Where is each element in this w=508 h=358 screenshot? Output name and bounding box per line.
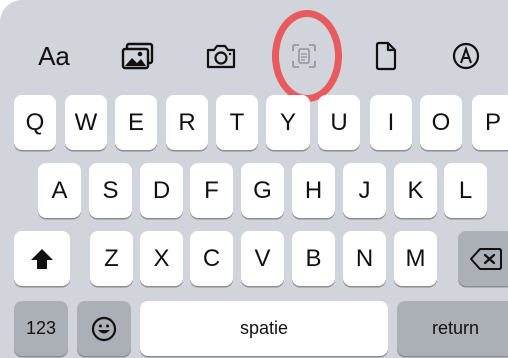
key-x[interactable]: X	[140, 231, 183, 286]
shift-key[interactable]	[14, 231, 70, 286]
shift-icon	[31, 248, 53, 269]
key-f[interactable]: F	[190, 163, 233, 218]
key-i[interactable]: I	[370, 95, 412, 150]
key-c[interactable]: C	[190, 231, 233, 286]
key-t[interactable]: T	[216, 95, 258, 150]
delete-icon	[470, 247, 502, 270]
markup-pen-icon[interactable]	[438, 34, 494, 78]
key-s[interactable]: S	[89, 163, 132, 218]
space-key[interactable]: spatie	[140, 301, 388, 356]
emoji-key[interactable]	[77, 301, 131, 356]
key-k[interactable]: K	[394, 163, 437, 218]
key-g[interactable]: G	[241, 163, 284, 218]
key-r[interactable]: R	[166, 95, 208, 150]
scan-text-icon[interactable]	[276, 34, 332, 78]
key-l[interactable]: L	[444, 163, 487, 218]
key-o[interactable]: O	[420, 95, 462, 150]
key-y[interactable]: Y	[266, 95, 310, 150]
key-n[interactable]: N	[343, 231, 386, 286]
key-h[interactable]: H	[292, 163, 335, 218]
key-w[interactable]: W	[65, 95, 107, 150]
numbers-key[interactable]: 123	[14, 301, 68, 356]
photo-library-icon[interactable]	[110, 34, 166, 78]
delete-key[interactable]	[458, 231, 508, 286]
key-q[interactable]: Q	[14, 95, 56, 150]
keyboard-toolbar: Aa	[0, 0, 508, 102]
key-z[interactable]: Z	[90, 231, 133, 286]
document-icon[interactable]	[358, 34, 414, 78]
return-key[interactable]: return	[397, 301, 508, 356]
key-u[interactable]: U	[318, 95, 360, 150]
key-v[interactable]: V	[241, 231, 284, 286]
keyboard: Aa Q W E R T Y U I O P A S D F G H J K L…	[0, 0, 508, 358]
camera-icon[interactable]	[193, 34, 249, 78]
emoji-icon	[91, 316, 117, 341]
key-j[interactable]: J	[343, 163, 386, 218]
key-b[interactable]: B	[292, 231, 335, 286]
text-format-button[interactable]: Aa	[26, 34, 82, 78]
key-p[interactable]: P	[472, 95, 508, 150]
key-e[interactable]: E	[115, 95, 157, 150]
key-d[interactable]: D	[140, 163, 183, 218]
key-m[interactable]: M	[394, 231, 437, 286]
key-a[interactable]: A	[38, 163, 81, 218]
